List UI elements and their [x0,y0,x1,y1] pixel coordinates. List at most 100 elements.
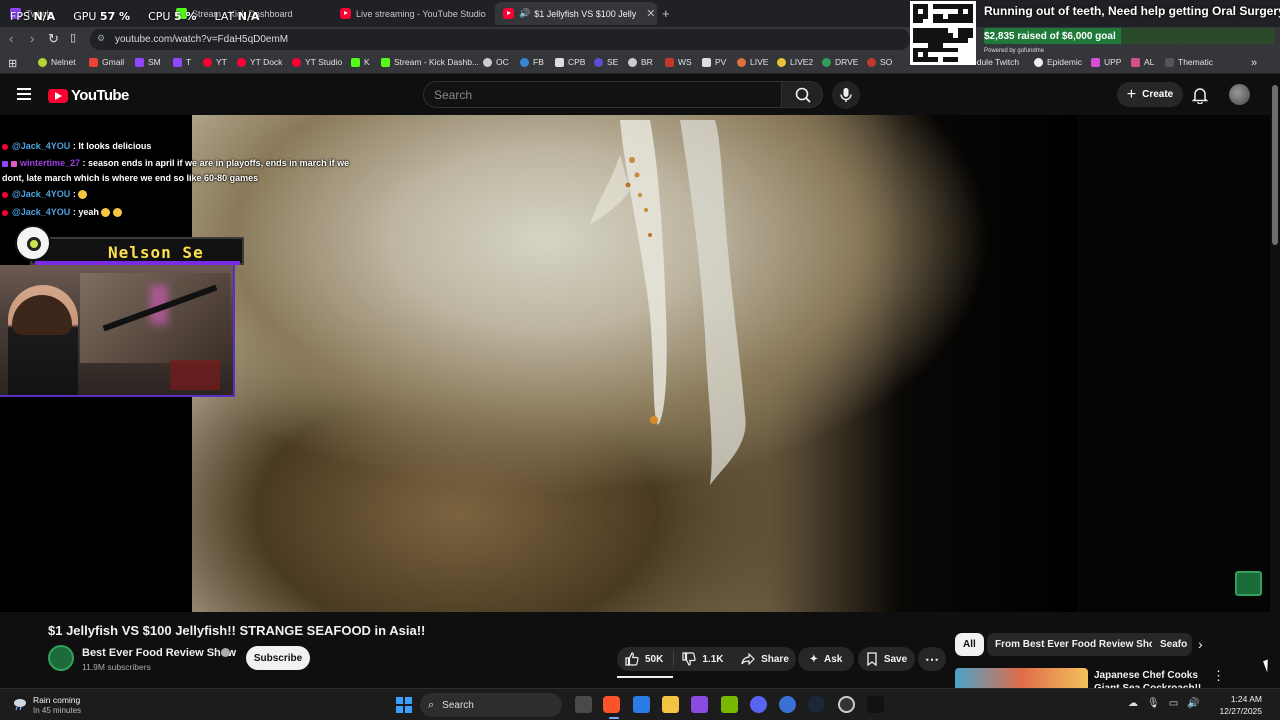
youtube-icon [340,8,351,19]
close-icon[interactable]: ✕ [646,7,655,20]
channel-watermark[interactable] [1235,571,1262,596]
bookmark-se[interactable]: SE [594,57,618,67]
search-input[interactable] [434,88,764,102]
bookmark-br[interactable]: BR [628,57,653,67]
chat-separator: : [80,158,89,168]
chip-seafood[interactable]: Seafo [1152,633,1192,656]
volume-icon[interactable]: 🔊 [1187,698,1199,709]
chevron-right-icon[interactable]: › [1198,636,1203,652]
scrollbar-thumb[interactable] [1272,85,1278,245]
nvidia-icon[interactable] [721,696,738,713]
video-letterbox [1077,115,1270,612]
bookmark-oc[interactable]: OC [483,57,509,67]
bookmark-so[interactable]: SO [867,57,892,67]
weather-detail[interactable]: In 45 minutes [33,706,81,715]
like-button[interactable]: 50K [617,651,675,667]
obs-icon[interactable] [838,696,855,713]
microphone-icon[interactable]: 🎙 [1147,698,1160,709]
task-view-icon[interactable] [575,696,592,713]
url-text[interactable]: youtube.com/watch?v=FdaH5qD0emM [115,34,288,45]
brave-browser-icon[interactable] [603,696,620,713]
chat-message: @Jack_4YOU : [2,189,88,200]
recommendation-thumbnail[interactable] [955,668,1088,688]
hamburger-menu-icon[interactable] [17,88,31,100]
bookmark-drve[interactable]: DRVE [822,57,858,67]
network-icon[interactable]: ▭ [1169,698,1178,709]
page-scrollbar[interactable] [1270,75,1280,688]
bookmark-gmail[interactable]: Gmail [89,57,124,67]
notepad-icon[interactable] [633,696,650,713]
bookmark-yt[interactable]: YT [203,57,227,67]
bookmark-kick-dashboard[interactable]: Stream - Kick Dashb... [381,57,479,67]
youtube-icon [2,209,8,216]
new-tab-button[interactable]: + [662,2,678,25]
video-player[interactable]: @Jack_4YOU : It looks delicious winterti… [0,115,1270,612]
bookmark-fb[interactable]: FB [520,57,544,67]
channel-name[interactable]: Best Ever Food Review Show [82,647,236,659]
tab-youtube-studio[interactable]: Live streaming - YouTube Studio [334,2,492,25]
bookmark-t[interactable]: T [173,57,191,67]
thumbs-down-icon [682,652,697,666]
subscriber-count: 11.9M subscribers [82,662,151,672]
apps-grid-icon[interactable]: ⊞ [8,57,17,70]
bookmark-sm[interactable]: SM [135,57,161,67]
search-button[interactable] [781,81,823,108]
youtube-icon [2,143,8,150]
discord-icon[interactable] [750,696,767,713]
share-button[interactable]: Share [735,647,795,671]
file-explorer-icon[interactable] [662,696,679,713]
reload-icon[interactable]: ↻ [48,31,59,47]
bookmark-cpb[interactable]: CPB [555,57,585,67]
save-button[interactable]: Save [858,647,915,671]
clock-date[interactable]: 12/27/2025 [1205,706,1262,716]
more-actions-button[interactable]: ⋯ [918,647,946,671]
twitch-icon [135,57,144,67]
system-tray: ☁ 🎙 ▭ 🔊 [1128,698,1200,709]
chip-from-channel[interactable]: From Best Ever Food Review Show [987,633,1171,656]
media-app-icon[interactable] [691,696,708,713]
subscribe-button[interactable]: Subscribe [246,646,310,670]
performance-overlay: FPS N/A GPU 57 % CPU 5 % LAT N/A [10,10,260,23]
youtube-logo[interactable]: YouTube [48,87,129,104]
chat-username: @Jack_4YOU [12,207,71,217]
youtube-icon [292,57,301,67]
channel-avatar[interactable] [48,645,74,671]
create-button[interactable]: + Create [1117,82,1183,107]
youtube-masthead: YouTube + Create [0,75,1280,115]
clock-time[interactable]: 1:24 AM [1212,694,1262,704]
bookmark-k[interactable]: K [351,57,370,67]
bookmark-yt-dock[interactable]: YT Dock [237,57,282,67]
chip-all[interactable]: All [955,633,984,656]
bookmark-live2[interactable]: LIVE2 [777,57,813,67]
notifications-button[interactable] [1191,86,1209,109]
cpu-value: 5 % [173,10,197,23]
forward-icon[interactable]: › [30,31,34,46]
app-icon[interactable] [779,696,796,713]
tab-jellyfish-video[interactable]: 🔊 $1 Jellyfish VS $100 Jellyfish!! ✕ [495,2,657,25]
bookmark-live[interactable]: LIVE [737,57,768,67]
recommendation-menu-icon[interactable]: ⋮ [1212,668,1225,684]
capcut-icon[interactable] [867,696,884,713]
ask-button[interactable]: ✦ Ask [798,647,854,671]
dislike-count: 1.1K [702,653,724,665]
search-icon: ⌕ [428,698,435,711]
taskbar-search[interactable]: ⌕ Search [420,693,562,717]
bookmark-ws[interactable]: WS [665,57,692,67]
bookmark-icon[interactable]: ▯ [70,31,76,44]
onedrive-icon[interactable]: ☁ [1128,698,1138,709]
bookmark-pv[interactable]: PV [702,57,726,67]
account-avatar[interactable] [1229,84,1250,105]
site-info-icon[interactable]: ⚙ [97,33,105,44]
dislike-button[interactable]: 1.1K [674,652,731,666]
weather-headline[interactable]: Rain coming [33,695,80,705]
voice-search-button[interactable] [832,81,860,109]
cpu-label: CPU [148,10,171,23]
bookmark-yt-studio[interactable]: YT Studio [292,57,342,67]
se-icon [594,57,603,67]
bookmark-nelnet[interactable]: Nelnet [38,57,76,67]
back-icon[interactable]: ‹ [9,31,13,46]
bookmark-label: OC [496,57,509,67]
steam-icon[interactable] [808,696,825,713]
donation-title: Running out of teeth, Need help getting … [984,4,1280,18]
windows-start-icon[interactable] [396,697,412,713]
